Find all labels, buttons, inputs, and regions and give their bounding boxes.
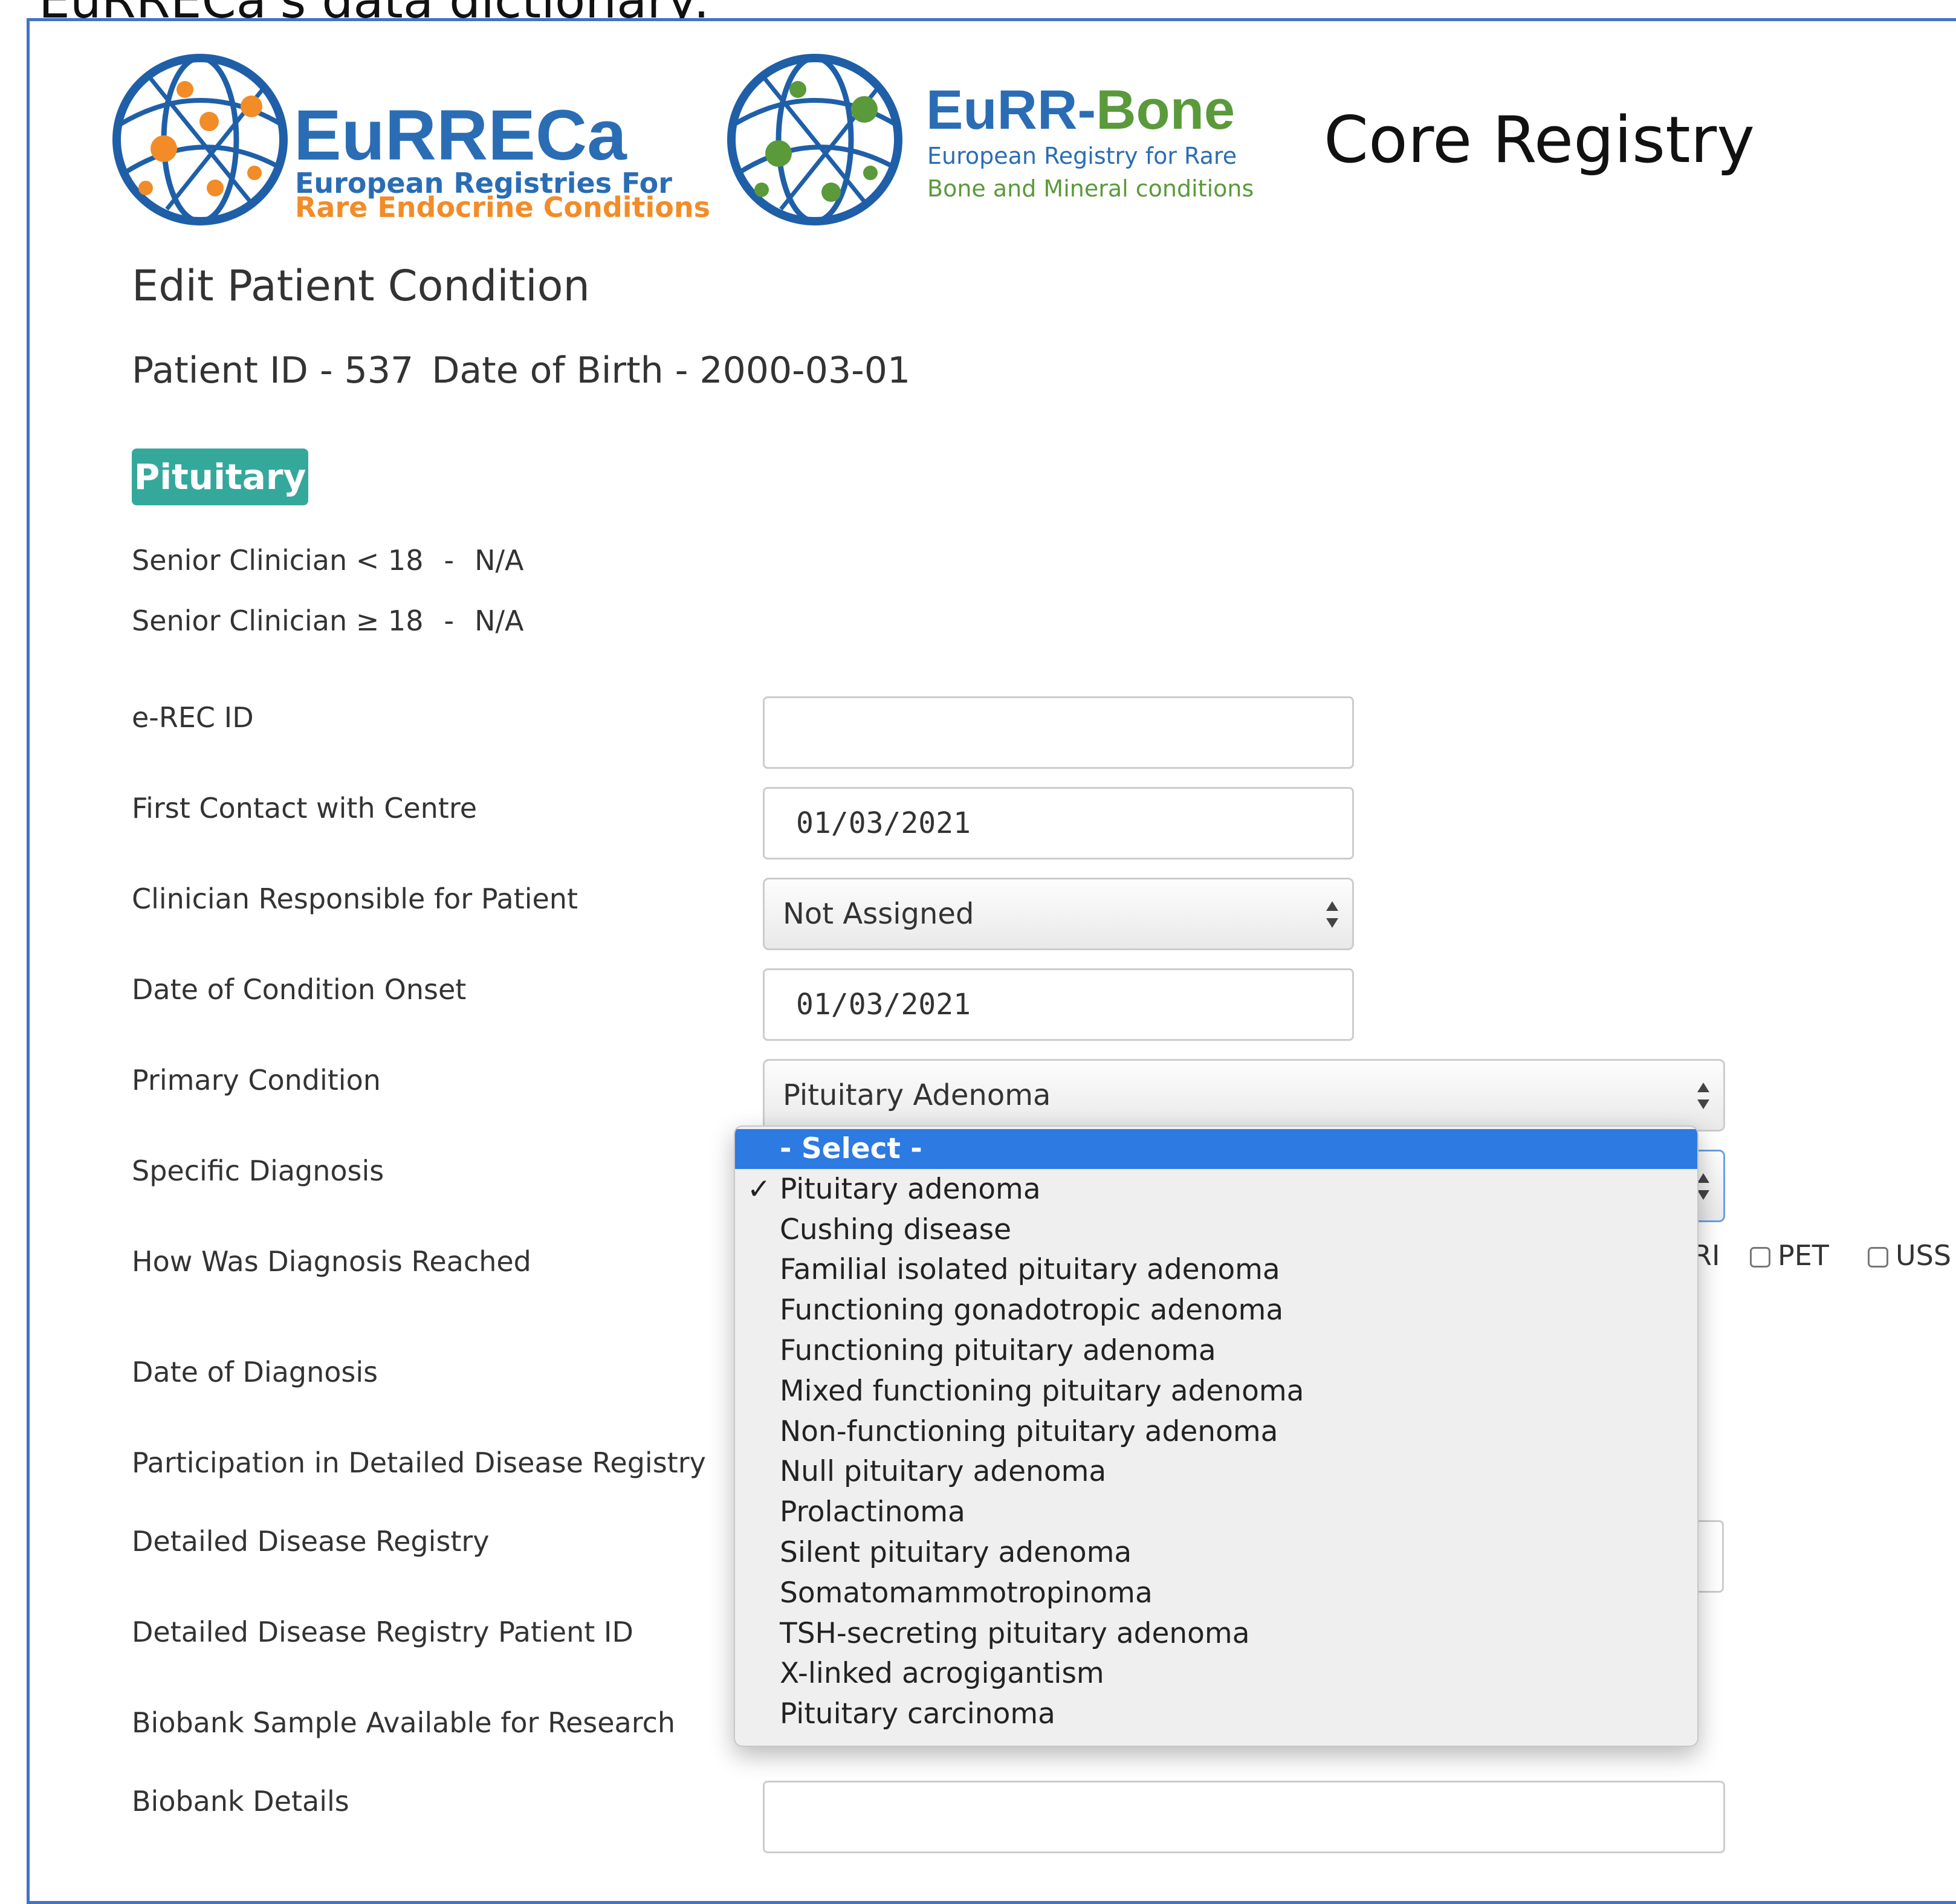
primary-condition-select[interactable]: Pituitary Adenoma (763, 1059, 1725, 1132)
primary-condition-select-value: Pituitary Adenoma (783, 1078, 1051, 1112)
dropdown-option-label: TSH-secreting pituitary adenoma (780, 1616, 1250, 1650)
pet-label: PET (1778, 1239, 1829, 1272)
erec-id-input[interactable] (763, 696, 1354, 769)
senior-clinician-over-18-value: N/A (474, 604, 524, 637)
senior-clinician-over-18-label: Senior Clinician ≥ 18 (132, 604, 424, 637)
checkmark-icon: ✓ (747, 1172, 771, 1206)
eurrbone-title-part1: EuRR- (926, 79, 1096, 141)
dropdown-option-label: Pituitary carcinoma (780, 1697, 1055, 1731)
select-arrows-icon (1697, 1083, 1709, 1109)
first-contact-input[interactable]: 01/03/2021 (763, 787, 1354, 860)
separator: - (444, 544, 455, 577)
eurrbone-title: EuRR-Bone (926, 79, 1235, 142)
eurreca-title: EuRRECa (294, 96, 627, 175)
uss-label: USS (1896, 1239, 1952, 1272)
clinician-select-value: Not Assigned (783, 897, 974, 931)
dropdown-option-label: X-linked acrogigantism (780, 1657, 1104, 1691)
eurrbone-subtitle-2: Bone and Mineral conditions (927, 175, 1254, 202)
patient-info: Patient ID - 537 Date of Birth - 2000-03-… (132, 349, 928, 392)
patient-dob: Date of Birth - 2000-03-01 (432, 349, 911, 392)
select-arrows-icon (1326, 901, 1338, 928)
senior-clinician-over-18: Senior Clinician ≥ 18- N/A (132, 604, 523, 637)
dropdown-option-label: Somatomammotropinoma (780, 1576, 1153, 1610)
dropdown-option-label: - Select - (780, 1132, 922, 1165)
dropdown-option[interactable]: Somatomammotropinoma (735, 1573, 1697, 1613)
dropdown-option[interactable]: X-linked acrogigantism (735, 1654, 1697, 1694)
first-contact-label: First Contact with Centre (132, 792, 478, 824)
eurrbone-globe-icon (727, 54, 902, 225)
dropdown-option-label: Prolactinoma (780, 1495, 965, 1529)
how-reached-label: How Was Diagnosis Reached (132, 1245, 531, 1278)
dropdown-option-label: Pituitary adenoma (780, 1172, 1041, 1206)
dropdown-option[interactable]: ✓ Pituitary adenoma (735, 1170, 1697, 1209)
page-title: Edit Patient Condition (132, 261, 590, 311)
dropdown-option[interactable]: Functioning pituitary adenoma (735, 1331, 1697, 1371)
onset-label: Date of Condition Onset (132, 973, 467, 1006)
biobank-details-label: Biobank Details (132, 1785, 349, 1818)
erec-id-label: e-REC ID (132, 701, 254, 734)
separator: - (444, 604, 455, 637)
dropdown-option-label: Functioning gonadotropic adenoma (780, 1294, 1284, 1327)
eurreca-globe-icon (112, 54, 288, 225)
dropdown-option[interactable]: Prolactinoma (735, 1492, 1697, 1532)
eurrbone-logo: EuRR-Bone European Registry for Rare Bon… (725, 52, 1269, 233)
dropdown-option[interactable]: Non-functioning pituitary adenoma (735, 1412, 1697, 1452)
registry-title: Core Registry (1324, 103, 1755, 177)
biobank-details-input[interactable] (763, 1781, 1725, 1853)
onset-input[interactable]: 01/03/2021 (763, 968, 1354, 1041)
diagnosis-method-pet[interactable]: PET (1750, 1239, 1829, 1272)
dropdown-option[interactable]: Functioning gonadotropic adenoma (735, 1290, 1697, 1330)
dropdown-option-label: Cushing disease (780, 1213, 1011, 1246)
clinician-select[interactable]: Not Assigned (763, 878, 1354, 950)
eurreca-subtitle-2: Rare Endocrine Conditions (295, 191, 711, 224)
dropdown-option[interactable]: Mixed functioning pituitary adenoma (735, 1371, 1697, 1411)
dropdown-option[interactable]: Cushing disease (735, 1210, 1697, 1250)
detailed-registry-label: Detailed Disease Registry (132, 1525, 490, 1558)
senior-clinician-under-18: Senior Clinician < 18- N/A (132, 544, 523, 577)
dropdown-option[interactable]: Null pituitary adenoma (735, 1452, 1697, 1492)
senior-clinician-under-18-value: N/A (474, 544, 524, 577)
dropdown-option[interactable]: Familial isolated pituitary adenoma (735, 1250, 1697, 1290)
participation-label: Participation in Detailed Disease Regist… (132, 1446, 706, 1479)
dropdown-option-label: Mixed functioning pituitary adenoma (780, 1374, 1304, 1408)
clinician-label: Clinician Responsible for Patient (132, 882, 578, 915)
dropdown-option[interactable]: - Select - (735, 1129, 1697, 1169)
eurrbone-title-part2: Bone (1096, 79, 1235, 141)
condition-category-badge: Pituitary (132, 448, 308, 505)
eurreca-logo: EuRRECa European Registries For Rare End… (112, 52, 710, 233)
patient-id: Patient ID - 537 (132, 349, 414, 392)
pet-checkbox[interactable] (1750, 1247, 1770, 1268)
senior-clinician-under-18-label: Senior Clinician < 18 (132, 544, 424, 577)
specific-diagnosis-dropdown[interactable]: - Select - ✓ Pituitary adenoma Cushing dise… (734, 1125, 1699, 1747)
dropdown-option-label: Non-functioning pituitary adenoma (780, 1414, 1278, 1448)
dropdown-option[interactable]: TSH-secreting pituitary adenoma (735, 1614, 1697, 1654)
dropdown-option-label: Functioning pituitary adenoma (780, 1334, 1216, 1367)
diagnosis-method-uss[interactable]: USS (1868, 1239, 1951, 1272)
eurrbone-subtitle-1: European Registry for Rare (927, 143, 1237, 169)
dropdown-option-label: Silent pituitary adenoma (780, 1536, 1132, 1569)
dropdown-option[interactable]: Silent pituitary adenoma (735, 1533, 1697, 1573)
detailed-registry-pid-label: Detailed Disease Registry Patient ID (132, 1616, 633, 1648)
specific-diagnosis-label: Specific Diagnosis (132, 1154, 384, 1187)
date-of-diagnosis-label: Date of Diagnosis (132, 1356, 378, 1388)
uss-checkbox[interactable] (1868, 1247, 1888, 1268)
dropdown-option-label: Familial isolated pituitary adenoma (780, 1253, 1280, 1287)
dropdown-option[interactable]: Pituitary carcinoma (735, 1694, 1697, 1734)
dropdown-option-label: Null pituitary adenoma (780, 1455, 1107, 1489)
primary-condition-label: Primary Condition (132, 1064, 381, 1096)
biobank-available-label: Biobank Sample Available for Research (132, 1706, 676, 1739)
